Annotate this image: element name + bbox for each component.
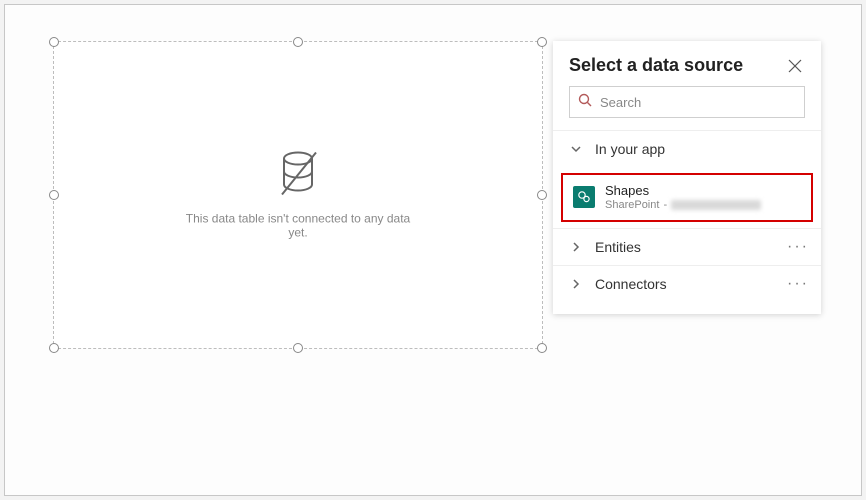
panel-header: Select a data source	[553, 41, 821, 86]
search-box[interactable]	[569, 86, 805, 118]
resize-handle-top-left[interactable]	[49, 37, 59, 47]
resize-handle-top-right[interactable]	[537, 37, 547, 47]
datatable-placeholder-text: This data table isn't connected to any d…	[176, 212, 420, 240]
datatable-placeholder: This data table isn't connected to any d…	[176, 151, 420, 240]
datasource-item-shapes[interactable]: Shapes SharePoint -	[561, 173, 813, 222]
section-label: In your app	[595, 141, 665, 157]
resize-handle-bottom-left[interactable]	[49, 343, 59, 353]
chevron-right-icon	[569, 277, 583, 291]
close-button[interactable]	[785, 56, 805, 76]
separator: -	[663, 199, 667, 212]
more-button[interactable]: ···	[787, 275, 809, 293]
resize-handle-middle-right[interactable]	[537, 190, 547, 200]
datasource-text: Shapes SharePoint -	[605, 183, 761, 212]
resize-handle-bottom-right[interactable]	[537, 343, 547, 353]
redacted-account	[671, 200, 761, 210]
chevron-down-icon	[569, 142, 583, 156]
more-button[interactable]: ···	[787, 238, 809, 256]
datasource-provider: SharePoint	[605, 199, 659, 212]
search-icon	[578, 93, 592, 112]
section-label: Entities	[595, 239, 641, 255]
resize-handle-top-middle[interactable]	[293, 37, 303, 47]
panel-title: Select a data source	[569, 55, 743, 76]
datasource-name: Shapes	[605, 183, 761, 199]
chevron-right-icon	[569, 240, 583, 254]
section-label: Connectors	[595, 276, 667, 292]
section-connectors[interactable]: Connectors ···	[553, 265, 821, 302]
search-input[interactable]	[600, 95, 796, 110]
resize-handle-middle-left[interactable]	[49, 190, 59, 200]
section-in-your-app[interactable]: In your app	[553, 130, 821, 167]
data-source-panel: Select a data source	[553, 41, 821, 314]
database-icon	[276, 186, 320, 203]
data-table-control[interactable]: This data table isn't connected to any d…	[53, 41, 543, 349]
section-entities[interactable]: Entities ···	[553, 228, 821, 265]
datasource-subtitle: SharePoint -	[605, 199, 761, 212]
resize-handle-bottom-middle[interactable]	[293, 343, 303, 353]
canvas-frame: This data table isn't connected to any d…	[4, 4, 862, 496]
sharepoint-icon	[573, 186, 595, 208]
